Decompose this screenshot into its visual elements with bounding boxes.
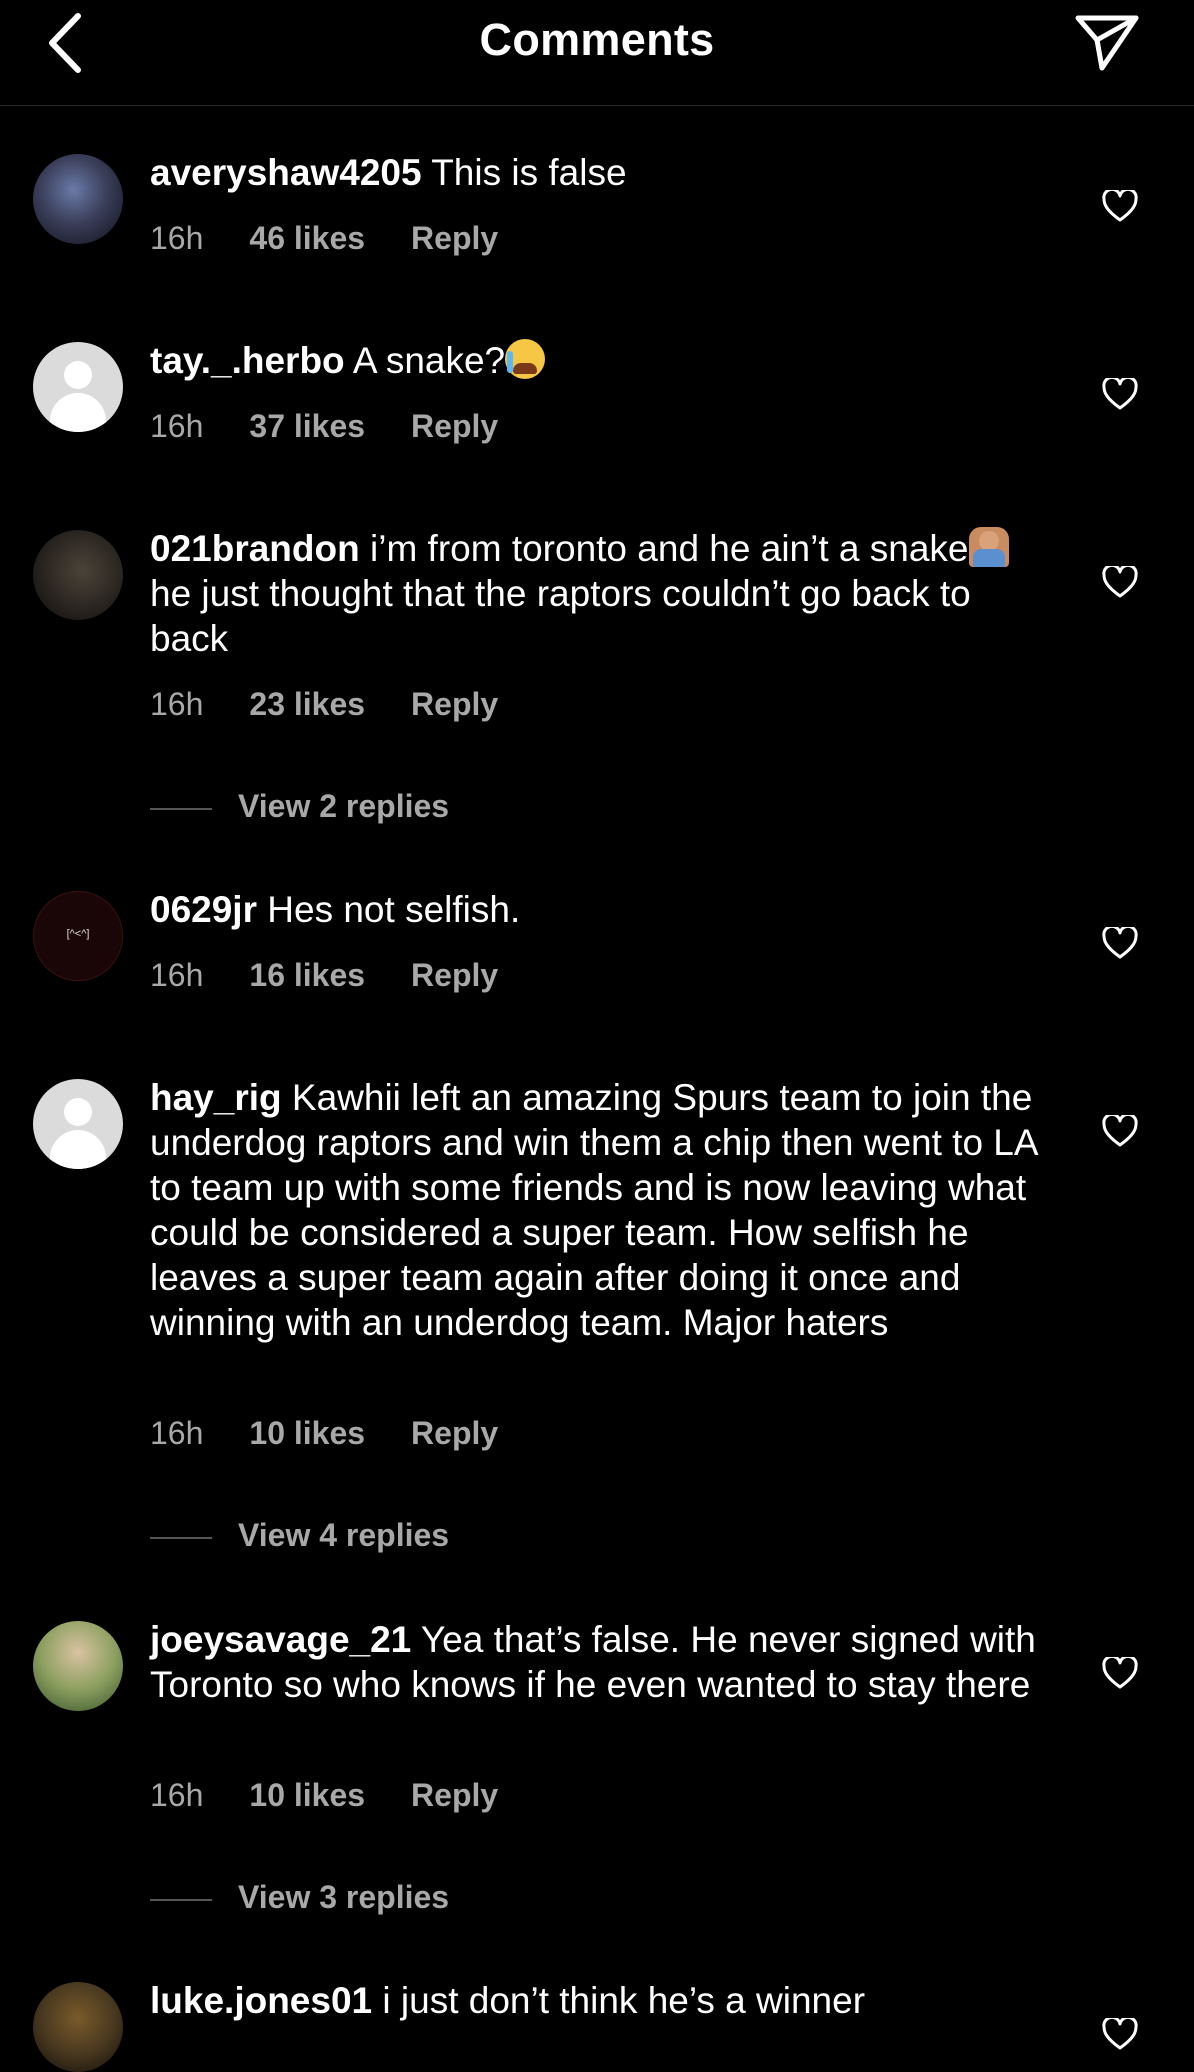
reply-button[interactable]: Reply	[411, 1777, 498, 1813]
avatar[interactable]	[33, 1079, 123, 1169]
avatar[interactable]	[33, 154, 123, 244]
view-replies-button[interactable]: View 2 replies	[150, 788, 449, 825]
comment-text: tay._.herbo A snake?	[150, 338, 1050, 383]
heart-icon[interactable]	[1102, 2018, 1138, 2050]
reply-button[interactable]: Reply	[411, 957, 498, 993]
comment-username[interactable]: luke.jones01	[150, 1980, 372, 2021]
avatar[interactable]	[33, 1982, 123, 2072]
heart-icon[interactable]	[1102, 927, 1138, 959]
comment-likes[interactable]: 16 likes	[249, 957, 365, 993]
view-replies-button[interactable]: View 3 replies	[150, 1879, 449, 1916]
view-replies-label: View 2 replies	[238, 788, 450, 824]
view-replies-label: View 4 replies	[238, 1517, 450, 1553]
comment-meta: 16h 10 likes Reply	[150, 1415, 544, 1452]
comment-time: 16h	[150, 686, 204, 722]
crying-face-emoji	[505, 339, 546, 379]
comment-body: This is false	[431, 152, 627, 193]
divider-line	[150, 1536, 212, 1539]
heart-icon[interactable]	[1102, 1115, 1138, 1147]
reply-button[interactable]: Reply	[411, 1415, 498, 1451]
avatar[interactable]: [^<^]	[33, 891, 123, 981]
page-title: Comments	[479, 14, 715, 65]
comment-username[interactable]: 021brandon	[150, 528, 360, 569]
comment-body: A snake?	[352, 340, 506, 381]
comment-likes[interactable]: 10 likes	[249, 1415, 365, 1451]
comment-meta: 16h 37 likes Reply	[150, 408, 544, 445]
comment-text: luke.jones01 i just don’t think he’s a w…	[150, 1978, 1050, 2023]
comment-time: 16h	[150, 1415, 204, 1451]
comment-likes[interactable]: 23 likes	[249, 686, 365, 722]
reply-button[interactable]: Reply	[411, 220, 498, 256]
comment-username[interactable]: hay_rig	[150, 1077, 282, 1118]
comment-username[interactable]: joeysavage_21	[150, 1619, 411, 1660]
view-replies-label: View 3 replies	[238, 1879, 450, 1915]
reply-button[interactable]: Reply	[411, 408, 498, 444]
heart-icon[interactable]	[1102, 1657, 1138, 1689]
comment-body: i just don’t think he’s a winner	[382, 1980, 866, 2021]
view-replies-button[interactable]: View 4 replies	[150, 1517, 449, 1554]
comment-likes[interactable]: 37 likes	[249, 408, 365, 444]
comment-time: 16h	[150, 957, 204, 993]
comment-body-continued: he just thought that the raptors couldn’…	[150, 573, 971, 659]
avatar[interactable]	[33, 530, 123, 620]
top-bar: Comments	[0, 0, 1194, 106]
send-icon[interactable]	[1072, 10, 1142, 72]
divider-line	[150, 807, 212, 810]
comment-meta: 16h 16 likes Reply	[150, 957, 544, 994]
comment-text: 0629jr Hes not selfish.	[150, 887, 1050, 932]
comment-username[interactable]: tay._.herbo	[150, 340, 345, 381]
comment-text: joeysavage_21 Yea that’s false. He never…	[150, 1617, 1050, 1707]
heart-icon[interactable]	[1102, 190, 1138, 222]
comment-text: hay_rig Kawhii left an amazing Spurs tea…	[150, 1075, 1050, 1345]
comment-time: 16h	[150, 220, 204, 256]
avatar[interactable]	[33, 1621, 123, 1711]
comment-time: 16h	[150, 1777, 204, 1813]
comment-text: 021brandon i’m from toronto and he ain’t…	[150, 526, 1050, 661]
comment-time: 16h	[150, 408, 204, 444]
comment-body: i’m from toronto and he ain’t a snake	[370, 528, 969, 569]
avatar[interactable]	[33, 342, 123, 432]
comment-likes[interactable]: 46 likes	[249, 220, 365, 256]
comment-meta: 16h 23 likes Reply	[150, 686, 544, 723]
comment-body: Hes not selfish.	[267, 889, 521, 930]
reply-button[interactable]: Reply	[411, 686, 498, 722]
heart-icon[interactable]	[1102, 378, 1138, 410]
shrug-emoji	[968, 527, 1009, 567]
comment-text: averyshaw4205 This is false	[150, 150, 1050, 195]
comment-username[interactable]: averyshaw4205	[150, 152, 422, 193]
avatar-text: [^<^]	[66, 928, 90, 940]
comment-likes[interactable]: 10 likes	[249, 1777, 365, 1813]
comment-username[interactable]: 0629jr	[150, 889, 257, 930]
comment-meta: 16h 10 likes Reply	[150, 1777, 544, 1814]
heart-icon[interactable]	[1102, 566, 1138, 598]
comment-body: Kawhii left an amazing Spurs team to joi…	[150, 1077, 1037, 1343]
comment-meta: 16h 46 likes Reply	[150, 220, 544, 257]
divider-line	[150, 1898, 212, 1901]
